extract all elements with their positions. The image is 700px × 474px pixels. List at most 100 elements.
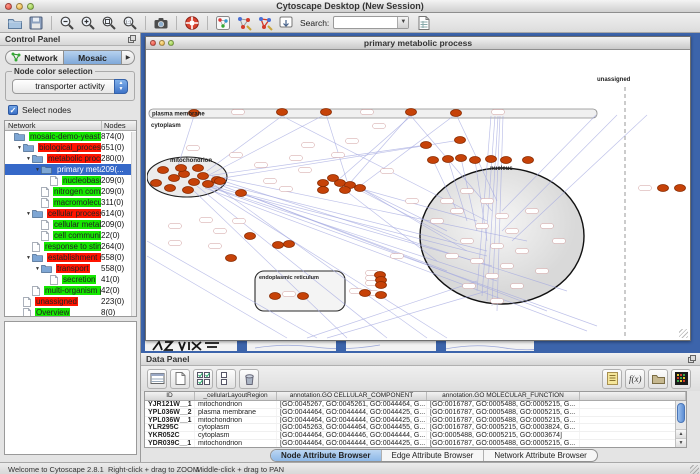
tree-row-macromolecule-[interactable]: macromolecule...311(0) bbox=[5, 197, 136, 208]
table-row[interactable]: YJR121W__1mitochondrion[GO:0045267, GO:0… bbox=[145, 401, 686, 409]
table-row[interactable]: YDR039C__1mitochondrion[GO:0044464, GO:0… bbox=[145, 440, 686, 448]
expand-arrow-icon[interactable]: ▼ bbox=[25, 255, 32, 261]
scroll-down-button[interactable]: ▼ bbox=[676, 438, 686, 447]
attribute-table-header[interactable]: ID_cellularLayoutRegionannotation.GO CEL… bbox=[145, 392, 686, 401]
table-row[interactable]: YPL036W__1mitochondrion[GO:0044464, GO:0… bbox=[145, 417, 686, 425]
tree-row-label: unassigned bbox=[33, 297, 101, 306]
status-welcome: Welcome to Cytoscape 2.8.1 bbox=[8, 465, 104, 474]
expand-arrow-icon[interactable]: ▼ bbox=[34, 167, 41, 173]
table-row[interactable]: YLR295Ccytoplasm[GO:0045263, GO:0044464,… bbox=[145, 424, 686, 432]
gene-node bbox=[198, 173, 209, 180]
hide-selected-icon[interactable] bbox=[277, 14, 295, 32]
expand-arrow-icon[interactable]: ▼ bbox=[25, 211, 32, 217]
tree-row-primary-metabol-[interactable]: ▼primary metabol...209(... bbox=[5, 164, 136, 175]
network-canvas[interactable]: plasma membranecytoplasmmitochondrionnuc… bbox=[147, 51, 689, 339]
search-dropdown-arrow[interactable]: ▼ bbox=[397, 17, 408, 28]
tree-row-transport[interactable]: ▼transport558(0) bbox=[5, 263, 136, 274]
network-window-titlebar[interactable]: primary metabolic process bbox=[146, 37, 690, 50]
tree-row-response-to-stimulu-[interactable]: response to stimulu...264(0) bbox=[5, 241, 136, 252]
expand-arrow-icon[interactable]: ▼ bbox=[16, 145, 23, 151]
tab-network-attribute-browser[interactable]: Network Attribute Browser bbox=[484, 450, 596, 461]
function-icon[interactable]: f(x) bbox=[625, 369, 645, 389]
status-pan-hint: Middle-click + drag to PAN bbox=[196, 465, 284, 474]
zoom-out-icon[interactable] bbox=[58, 14, 76, 32]
tree-scrollbar[interactable] bbox=[131, 132, 136, 316]
zoom-fit-icon[interactable]: 1:1 bbox=[121, 14, 139, 32]
tree-row-nitrogen-compo-[interactable]: nitrogen compo...209(0) bbox=[5, 186, 136, 197]
tree-row-cellular-process[interactable]: ▼cellular process614(0) bbox=[5, 208, 136, 219]
float-panel-icon[interactable] bbox=[128, 35, 136, 45]
float-data-panel-icon[interactable] bbox=[688, 355, 696, 365]
gene-node bbox=[406, 109, 417, 116]
node-color-dropdown[interactable]: transporter activity ▲▼ bbox=[12, 79, 128, 94]
tree-row-cell-communicat-[interactable]: cell communicat...22(0) bbox=[5, 230, 136, 241]
tree-row-secretion[interactable]: secretion41(0) bbox=[5, 274, 136, 285]
node-label-pill bbox=[264, 179, 277, 184]
table-row[interactable]: YKR052Ccytoplasm[GO:0044464, GO:0044446,… bbox=[145, 432, 686, 440]
tree-row-nucleobase-[interactable]: nucleobase-...209(0) bbox=[5, 175, 136, 186]
tree-row-biological-process[interactable]: ▼biological_process651(0) bbox=[5, 142, 136, 153]
tree-row-label: nucleobase-... bbox=[60, 176, 101, 185]
node-label-pill bbox=[501, 264, 514, 269]
table-scrollbar[interactable]: ▲ ▼ bbox=[675, 401, 686, 447]
tree-row-mosaic-demo-yeast[interactable]: mosaic-demo-yeast874(0) bbox=[5, 131, 136, 142]
column-header-annotation.GO MOLECULAR_FUNCTION[interactable]: annotation.GO MOLECULAR_FUNCTION bbox=[427, 392, 580, 400]
attribute-table[interactable]: ID_cellularLayoutRegionannotation.GO CEL… bbox=[144, 391, 687, 448]
tab-overflow-arrow[interactable]: ▶ bbox=[122, 54, 134, 61]
zoom-in-icon[interactable] bbox=[79, 14, 97, 32]
delete-attribute-icon[interactable] bbox=[239, 369, 259, 389]
new-network-from-nodes-icon[interactable] bbox=[235, 14, 253, 32]
tab-mosaic[interactable]: Mosaic bbox=[63, 51, 122, 64]
import-table-icon[interactable] bbox=[415, 14, 433, 32]
select-nodes-checkbox[interactable]: ✓ bbox=[8, 105, 18, 115]
tree-row-overview[interactable]: Overview8(0) bbox=[5, 307, 136, 317]
tab-node-attribute-browser[interactable]: Node Attribute Browser bbox=[271, 450, 382, 461]
tree-row-label: biological_process bbox=[36, 143, 101, 152]
table-row[interactable]: YPL036W__2plasma membrane[GO:0044464, GO… bbox=[145, 409, 686, 417]
network-tree-header: Network Nodes bbox=[5, 121, 136, 131]
tree-row-metabolic-process[interactable]: ▼metabolic process280(0) bbox=[5, 153, 136, 164]
table-cell: [GO:0044464, GO:0044444, GO:0044425, G..… bbox=[277, 417, 427, 424]
save-icon[interactable] bbox=[27, 14, 45, 32]
open-folder-icon[interactable] bbox=[6, 14, 24, 32]
gene-node bbox=[298, 293, 309, 300]
table-cell: [GO:0016787, GO:0005488, GO:0005215, G..… bbox=[427, 417, 580, 424]
select-attributes-icon[interactable] bbox=[193, 369, 213, 389]
tab-edge-attribute-browser[interactable]: Edge Attribute Browser bbox=[382, 450, 485, 461]
annotation-icon[interactable] bbox=[602, 369, 622, 389]
help-lifebuoy-icon[interactable] bbox=[183, 14, 201, 32]
window-resize-grip[interactable] bbox=[679, 329, 688, 338]
column-header-ID[interactable]: ID bbox=[145, 392, 195, 400]
heatmap-icon[interactable] bbox=[671, 369, 691, 389]
table-cell: [GO:0044464, GO:0044446, GO:0044444, G..… bbox=[277, 432, 427, 439]
scrollbar-thumb[interactable] bbox=[677, 403, 685, 423]
svg-text:f(x): f(x) bbox=[629, 374, 642, 384]
gene-node bbox=[189, 179, 200, 186]
dropdown-stepper-icon[interactable]: ▲▼ bbox=[114, 79, 128, 94]
tree-row-cellular-metabol-[interactable]: cellular metabol...209(0) bbox=[5, 219, 136, 230]
gene-node bbox=[215, 178, 226, 185]
new-attribute-icon[interactable] bbox=[170, 369, 190, 389]
tree-row-multi-organism-pro-[interactable]: multi-organism pro...42(0) bbox=[5, 285, 136, 296]
unselect-attributes-icon[interactable] bbox=[216, 369, 236, 389]
column-header-_cellularLayoutRegion[interactable]: _cellularLayoutRegion bbox=[195, 392, 277, 400]
toolbar-separator bbox=[51, 16, 52, 30]
expand-arrow-icon[interactable]: ▼ bbox=[25, 156, 32, 162]
scroll-up-button[interactable]: ▲ bbox=[676, 429, 686, 438]
vizmapper-icon[interactable] bbox=[214, 14, 232, 32]
zoom-region-icon[interactable] bbox=[100, 14, 118, 32]
tab-network[interactable]: Network bbox=[6, 51, 63, 64]
tree-row-unassigned[interactable]: unassigned223(0) bbox=[5, 296, 136, 307]
node-label-pill bbox=[187, 146, 200, 151]
app-resize-grip[interactable] bbox=[690, 465, 699, 474]
tree-row-establishment-of-lo-[interactable]: ▼establishment of lo...558(0) bbox=[5, 252, 136, 263]
table-cell: [GO:0016787, GO:0005488, GO:0005215, G..… bbox=[427, 440, 580, 447]
search-input[interactable]: ▼ bbox=[333, 16, 409, 29]
open-attributes-icon[interactable] bbox=[648, 369, 668, 389]
table-select-icon[interactable] bbox=[147, 369, 167, 389]
new-network-from-edges-icon[interactable] bbox=[256, 14, 274, 32]
snapshot-icon[interactable] bbox=[152, 14, 170, 32]
column-header-annotation.GO CELLULAR_COMPONENT[interactable]: annotation.GO CELLULAR_COMPONENT bbox=[277, 392, 427, 400]
expand-arrow-icon[interactable]: ▼ bbox=[34, 266, 41, 272]
column-header-empty[interactable] bbox=[580, 392, 686, 400]
